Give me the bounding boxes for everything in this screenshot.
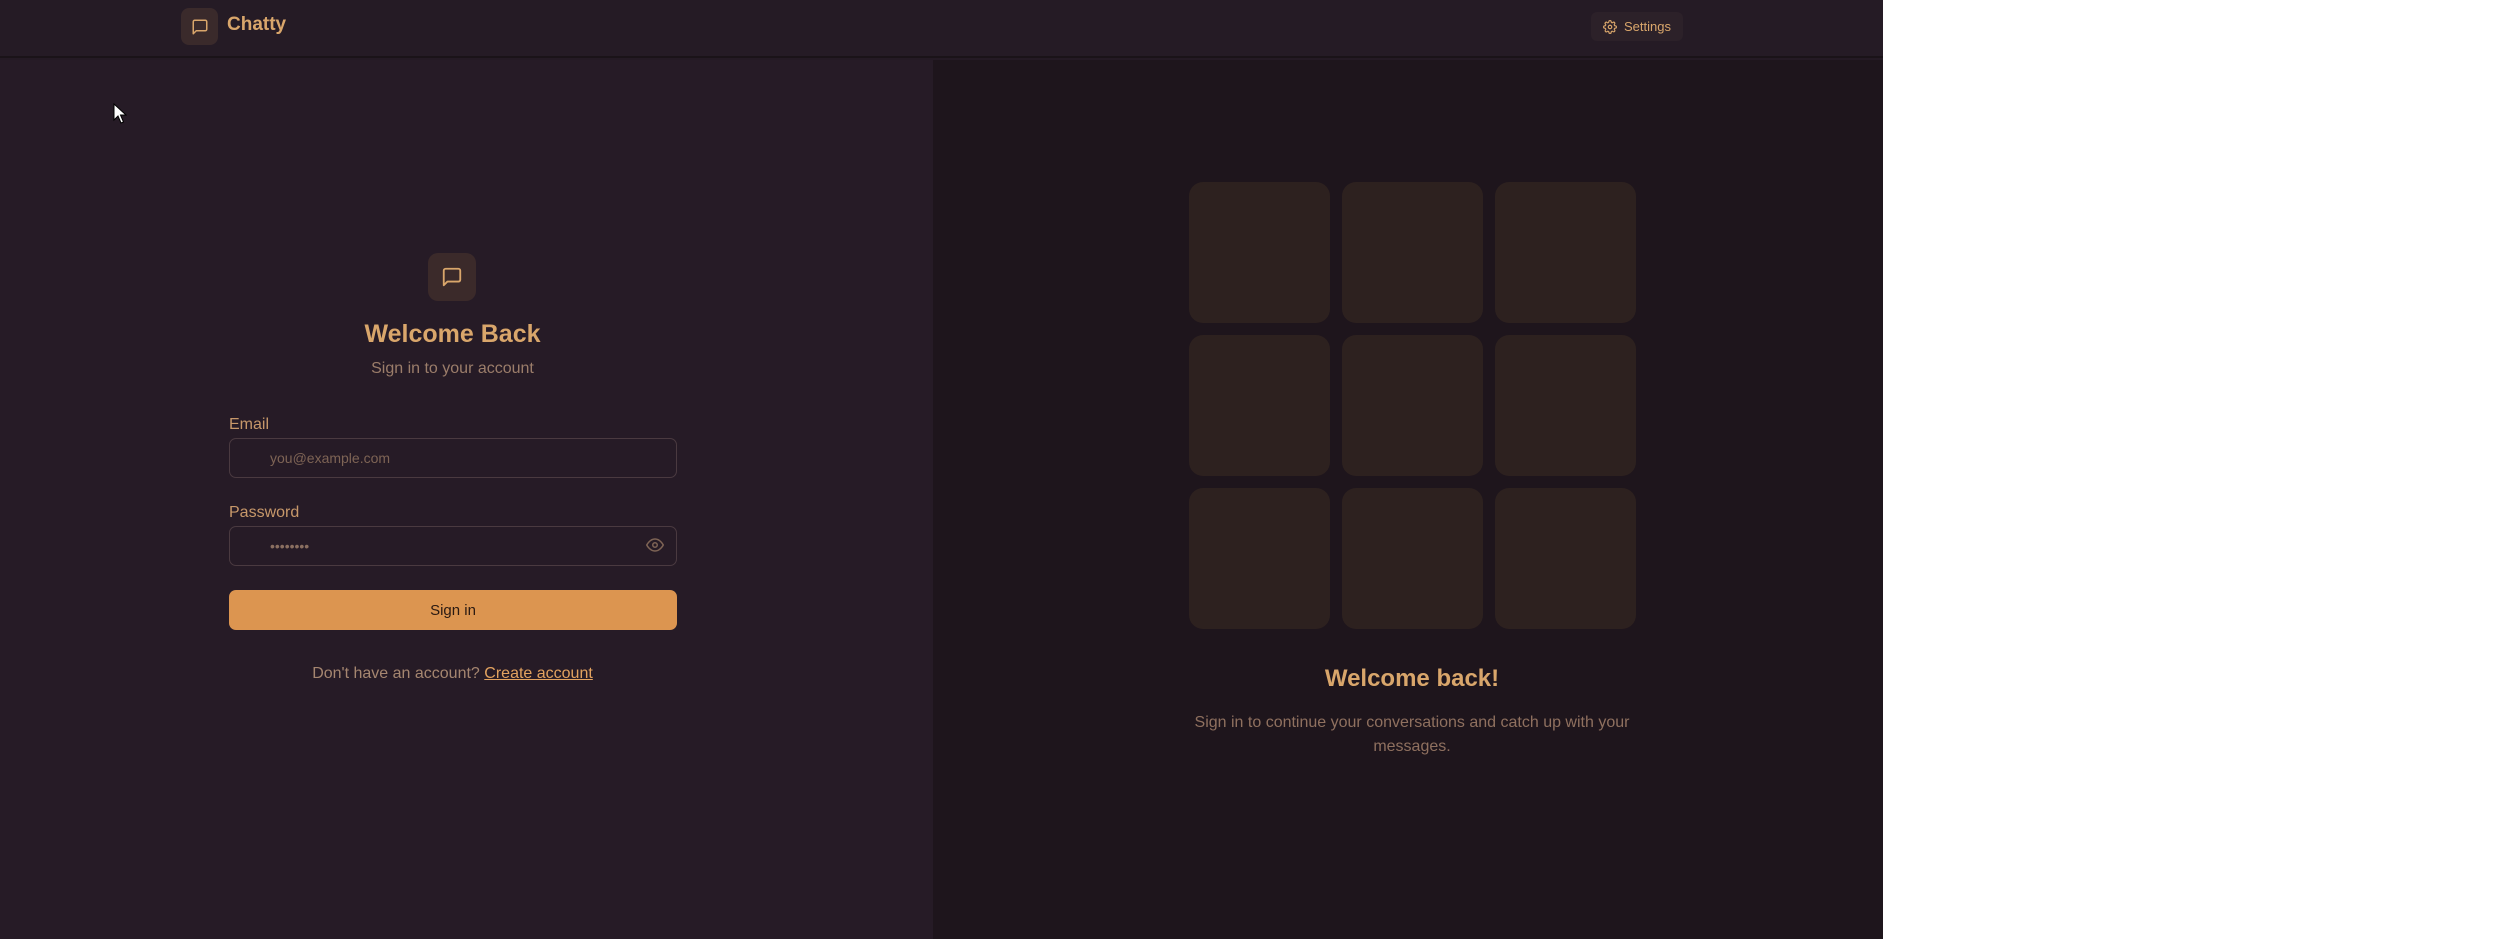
settings-label: Settings — [1624, 19, 1671, 34]
signup-row: Don't have an account? Create account — [0, 665, 905, 683]
password-label: Password — [229, 504, 300, 521]
password-field[interactable] — [229, 526, 677, 566]
promo-title: Welcome back! — [1324, 665, 1500, 692]
grid-tile — [1495, 182, 1636, 323]
mouse-cursor-icon — [113, 103, 127, 124]
login-panel — [0, 60, 933, 939]
signup-prompt: Don't have an account? — [312, 665, 480, 682]
login-subtitle: Sign in to your account — [371, 360, 534, 377]
grid-tile — [1342, 335, 1483, 476]
grid-tile — [1342, 182, 1483, 323]
top-nav: Chatty Settings — [0, 0, 1883, 58]
settings-button[interactable]: Settings — [1591, 12, 1683, 41]
brand-logo[interactable] — [181, 8, 218, 45]
grid-tile — [1495, 488, 1636, 629]
grid-tile — [1495, 335, 1636, 476]
create-account-link[interactable]: Create account — [484, 665, 593, 682]
app-window: Chatty Settings Welcome Back Sign in to … — [0, 0, 1883, 939]
email-field[interactable] — [229, 438, 677, 478]
gear-icon — [1603, 19, 1617, 34]
grid-tile — [1189, 182, 1330, 323]
login-title: Welcome Back — [364, 320, 541, 348]
brand-name[interactable]: Chatty — [227, 14, 286, 36]
promo-subtitle: Sign in to continue your conversations a… — [1194, 714, 1630, 755]
login-logo — [428, 253, 476, 301]
grid-tile — [1189, 488, 1330, 629]
grid-tile — [1189, 335, 1330, 476]
sign-in-button[interactable]: Sign in — [229, 590, 677, 630]
eye-icon[interactable] — [645, 535, 665, 555]
email-label: Email — [229, 416, 270, 433]
message-square-icon — [442, 267, 462, 287]
message-square-icon — [192, 19, 207, 34]
grid-tile — [1342, 488, 1483, 629]
